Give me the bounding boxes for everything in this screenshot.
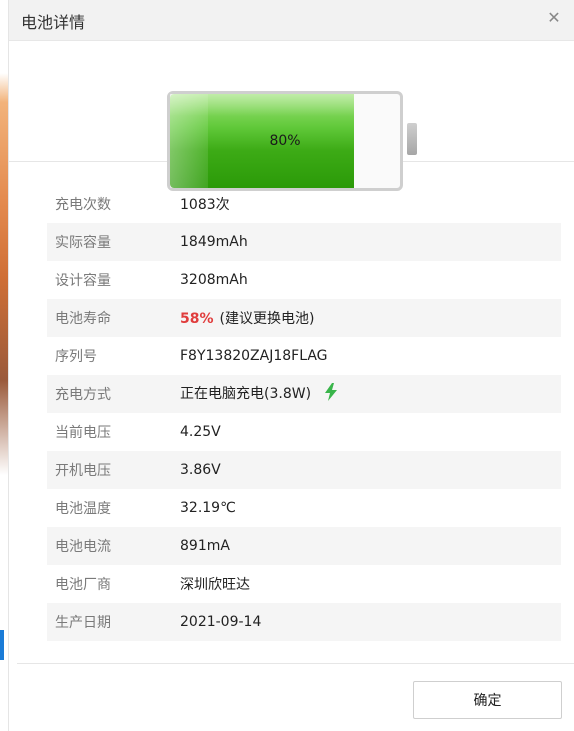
health-advice: (建议更换电池): [219, 311, 315, 327]
charging-mode-text: 正在电脑充电(3.8W): [180, 386, 312, 402]
info-row-design-capacity: 设计容量 3208mAh: [47, 261, 561, 299]
info-value: 891mA: [180, 538, 230, 554]
health-percent: 58%: [180, 311, 214, 327]
battery-visual: 80%: [9, 41, 574, 191]
info-label: 充电次数: [55, 197, 111, 213]
info-label: 当前电压: [55, 425, 111, 441]
info-row-actual-capacity: 实际容量 1849mAh: [47, 223, 561, 261]
info-label: 开机电压: [55, 463, 111, 479]
info-row-boot-voltage: 开机电压 3.86V: [47, 451, 561, 489]
info-row-serial-number: 序列号 F8Y13820ZAJ18FLAG: [47, 337, 561, 375]
battery-icon: 80%: [167, 91, 403, 191]
info-row-production-date: 生产日期 2021-09-14: [47, 603, 561, 641]
info-value: F8Y13820ZAJ18FLAG: [180, 348, 328, 364]
footer-divider: [17, 663, 574, 664]
info-value: 1849mAh: [180, 234, 248, 250]
info-value: 3.86V: [180, 462, 221, 478]
info-value: 58% (建议更换电池): [180, 308, 561, 328]
info-value: 3208mAh: [180, 272, 248, 288]
info-row-battery-temperature: 电池温度 32.19℃: [47, 489, 561, 527]
close-icon[interactable]: ✕: [544, 8, 564, 28]
lightning-bolt-icon: [325, 383, 338, 405]
info-value: 1083次: [180, 197, 230, 213]
battery-percent: 80%: [269, 133, 301, 149]
battery-details-dialog: 电池详情 ✕ 80% 充电次数 1083次 实际容量 1849mAh 设计容量 …: [8, 0, 574, 731]
info-value: 正在电脑充电(3.8W): [180, 383, 561, 405]
info-row-battery-health: 电池寿命 58% (建议更换电池): [47, 299, 561, 337]
info-row-manufacturer: 电池厂商 深圳欣旺达: [47, 565, 561, 603]
info-label: 序列号: [55, 349, 97, 365]
info-row-current-voltage: 当前电压 4.25V: [47, 413, 561, 451]
battery-terminal: [407, 123, 417, 155]
title-bar: 电池详情 ✕: [9, 0, 574, 41]
info-value: 4.25V: [180, 424, 221, 440]
info-label: 实际容量: [55, 235, 111, 251]
dialog-title: 电池详情: [21, 13, 86, 32]
battery-info-list: 充电次数 1083次 实际容量 1849mAh 设计容量 3208mAh 电池寿…: [47, 185, 561, 641]
info-row-battery-current: 电池电流 891mA: [47, 527, 561, 565]
info-value: 深圳欣旺达: [180, 577, 250, 593]
info-label: 电池电流: [55, 539, 111, 555]
info-label: 生产日期: [55, 615, 111, 631]
info-label: 电池温度: [55, 501, 111, 517]
info-row-charging-mode: 充电方式 正在电脑充电(3.8W): [47, 375, 561, 413]
info-label: 电池厂商: [55, 577, 111, 593]
info-value: 2021-09-14: [180, 614, 262, 630]
info-row-charge-count: 充电次数 1083次: [47, 185, 561, 223]
info-label: 设计容量: [55, 273, 111, 289]
info-label: 充电方式: [55, 387, 111, 403]
info-value: 32.19℃: [180, 500, 236, 516]
info-label: 电池寿命: [55, 311, 111, 327]
confirm-button[interactable]: 确定: [413, 681, 562, 719]
